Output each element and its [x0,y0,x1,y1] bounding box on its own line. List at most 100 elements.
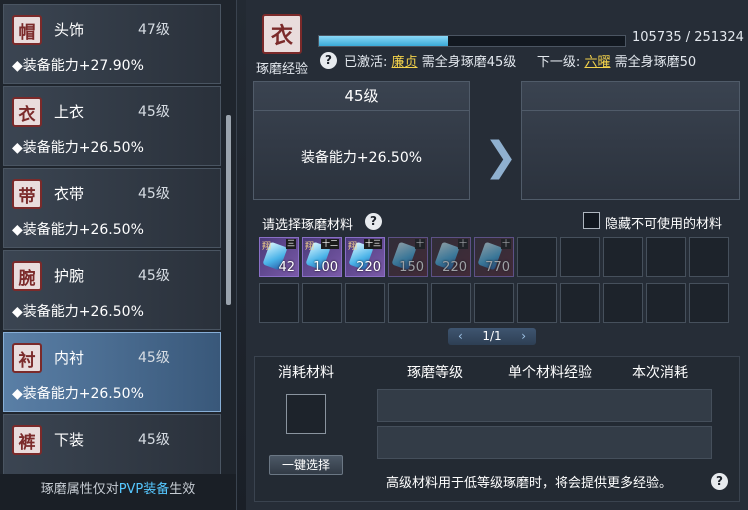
polish-level-header: 琢磨等级 [407,365,463,381]
page-indicator: 1/1 [482,329,502,343]
bracer-icon: 腕 [12,261,42,291]
material-tag: 翔 [348,242,358,252]
equipment-name: 上衣 [54,103,85,121]
material-pager: ‹ 1/1 › [448,328,536,345]
material-tag: 翔 [262,242,272,252]
equipment-level: 45级 [138,432,170,448]
hint-text: 高级材料用于低等级琢磨时，将会提供更多经验。 [386,476,673,491]
material-count: 220 [356,260,381,275]
polish-exp-label: 琢磨经验 [256,62,309,77]
hide-unusable-label: 隐藏不可使用的材料 [605,217,723,232]
pvp-note: 琢磨属性仅对PVP装备生效 [0,474,236,510]
empty-material-slot[interactable] [259,283,299,323]
material-count: 42 [278,260,295,275]
equipment-list: 帽 头饰 47级 ◆装备能力+27.90% 衣 上衣 45级 ◆装备能力+26.… [3,4,225,474]
material-grade: 十二 [321,239,339,249]
activated-label: 已激活: [344,55,388,70]
empty-material-slot[interactable] [646,237,686,277]
current-cost-header: 本次消耗 [632,365,688,381]
current-level-title: 45级 [254,82,469,111]
equipment-stat: ◆装备能力+26.50% [12,304,144,320]
empty-material-slot[interactable] [345,283,385,323]
equipment-item-bracer[interactable]: 腕 护腕 45级 ◆装备能力+26.50% [3,250,221,330]
consume-row [377,389,712,422]
hide-unusable-checkbox[interactable] [583,212,600,229]
help-icon[interactable]: ? [365,213,382,230]
empty-material-slot[interactable] [560,237,600,277]
equipment-level: 45级 [138,350,170,366]
consume-material-slot[interactable] [286,394,326,434]
prev-page-button[interactable]: ‹ [458,328,463,345]
empty-material-slot[interactable] [689,237,729,277]
material-grade: 十 [501,239,511,249]
hat-icon: 帽 [12,15,42,45]
material-item[interactable]: 翔 三 42 [259,237,299,277]
activated-name-link[interactable]: 廉贞 [392,55,418,70]
equipment-name: 下装 [54,431,85,449]
equipment-stat: ◆装备能力+27.90% [12,58,144,74]
equipment-name: 护腕 [54,267,85,285]
material-item[interactable]: 翔十三 220 [345,237,385,277]
empty-material-slot[interactable] [646,283,686,323]
next-page-button[interactable]: › [521,328,526,345]
help-icon[interactable]: ? [711,473,728,490]
robe-icon: 衣 [12,97,42,127]
consume-material-header: 消耗材料 [278,365,334,381]
empty-material-slot[interactable] [603,237,643,277]
belt-icon: 带 [12,179,42,209]
current-level-box: 45级 装备能力+26.50% [253,81,470,200]
equipment-name: 衣带 [54,185,85,203]
equipment-item-top[interactable]: 衣 上衣 45级 ◆装备能力+26.50% [3,86,221,166]
equipment-stat: ◆装备能力+26.50% [12,140,144,156]
exp-value: 105735 / 251324 [632,30,744,45]
list-scrollbar[interactable] [226,115,231,305]
empty-material-slot[interactable] [689,283,729,323]
empty-material-slot[interactable] [388,283,428,323]
material-item[interactable]: 翔十二 100 [302,237,342,277]
next-desc: 需全身琢磨50 [614,55,697,70]
material-item[interactable]: 十 770 [474,237,514,277]
equipment-item-lining[interactable]: 衬 内衬 45级 ◆装备能力+26.50% [3,332,221,412]
material-item[interactable]: 十 150 [388,237,428,277]
equipment-name: 头饰 [54,21,85,39]
material-grade: 十 [415,239,425,249]
material-count: 100 [313,260,338,275]
empty-material-slot[interactable] [517,237,557,277]
exp-progress-fill [319,36,448,46]
activated-desc: 需全身琢磨45级 [421,55,517,70]
material-exp-header: 单个材料经验 [508,365,592,381]
empty-material-slot[interactable] [431,283,471,323]
equipment-item-head[interactable]: 帽 头饰 47级 ◆装备能力+27.90% [3,4,221,84]
empty-material-slot[interactable] [474,283,514,323]
activation-info: 已激活: 廉贞 需全身琢磨45级 下一级: 六曜 需全身琢磨50 [344,51,696,70]
exp-progress-bar [318,35,626,47]
arrow-right-icon: ❯ [484,134,518,180]
polish-exp-icon: 衣 [262,14,302,54]
equipment-list-panel: 帽 头饰 47级 ◆装备能力+27.90% 衣 上衣 45级 ◆装备能力+26.… [0,0,237,510]
material-tag: 翔 [305,242,315,252]
next-name-link[interactable]: 六曜 [584,55,610,70]
equipment-level: 45级 [138,186,170,202]
equipment-stat: ◆装备能力+26.50% [12,222,144,238]
equipment-stat: ◆装备能力+26.50% [12,386,144,402]
material-count: 770 [485,260,510,275]
material-select-title: 请选择琢磨材料 [262,218,354,233]
material-grade: 十 [458,239,468,249]
pvp-note-prefix: 琢磨属性仅对 [40,482,119,497]
empty-material-slot[interactable] [302,283,342,323]
auto-select-button[interactable]: 一键选择 [269,455,343,475]
material-grade: 三 [286,239,296,249]
empty-material-slot[interactable] [560,283,600,323]
next-level-box [521,81,740,200]
equipment-level: 45级 [138,104,170,120]
material-count: 220 [442,260,467,275]
lining-icon: 衬 [12,343,42,373]
material-item[interactable]: 十 220 [431,237,471,277]
equipment-item-belt[interactable]: 带 衣带 45级 ◆装备能力+26.50% [3,168,221,248]
window: 帽 头饰 47级 ◆装备能力+27.90% 衣 上衣 45级 ◆装备能力+26.… [0,0,748,510]
equipment-item-pants[interactable]: 裤 下装 45级 [3,414,221,474]
empty-material-slot[interactable] [517,283,557,323]
empty-material-slot[interactable] [603,283,643,323]
equipment-level: 47级 [138,22,170,38]
help-icon[interactable]: ? [320,52,337,69]
